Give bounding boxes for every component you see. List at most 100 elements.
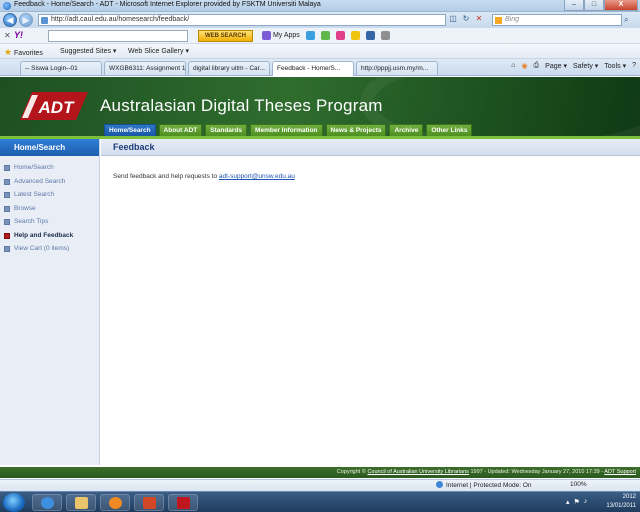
taskbar-acrobat[interactable] (168, 494, 198, 511)
adt-logo[interactable]: ADT (16, 92, 88, 120)
taskbar-media-player[interactable] (100, 494, 130, 511)
taskbar-powerpoint[interactable] (134, 494, 164, 511)
safety-menu[interactable]: Safety ▾ (573, 62, 598, 70)
media-icon (109, 497, 122, 509)
page-content: ADT Australasian Digital Theses Program … (0, 77, 640, 478)
sidebar-item-label: Latest Search (14, 191, 55, 198)
favorites-button[interactable]: ★ Favorites (4, 47, 43, 58)
caul-link[interactable]: Council of Australian University Librari… (367, 469, 469, 475)
tab-digital-library[interactable]: digital library uitm - Car... (188, 61, 270, 75)
stop-icon[interactable]: ✕ (474, 14, 484, 25)
volume-icon[interactable]: ♪ (584, 498, 588, 506)
sidebar-item-advanced-search[interactable]: Advanced Search (0, 175, 99, 189)
nav-standards[interactable]: Standards (205, 124, 248, 136)
sidebar-item-search-tips[interactable]: Search Tips (0, 215, 99, 229)
address-tools: ◫ ↻ ✕ (448, 14, 484, 25)
sidebar-item-help-feedback[interactable]: Help and Feedback (0, 229, 99, 243)
clock-time: 2012 (622, 494, 636, 500)
clock-date: 13/01/2011 (606, 503, 636, 509)
facebook-icon[interactable] (365, 31, 375, 40)
main-title-bar: Feedback (101, 139, 640, 156)
my-apps-label: My Apps (272, 32, 300, 39)
search-go-icon[interactable]: ⌕ (624, 15, 628, 25)
nav-other-links[interactable]: Other Links (426, 124, 473, 136)
globe-icon (436, 481, 443, 488)
flickr-icon[interactable] (335, 31, 345, 40)
sidebar-item-latest-search[interactable]: Latest Search (0, 188, 99, 202)
home-icon[interactable]: ⌂ (511, 62, 515, 70)
tab-feedback[interactable]: Feedback - Home/S... (272, 61, 354, 76)
maximize-button[interactable]: □ (584, 0, 604, 11)
favorites-bar: ★ Favorites Suggested Sites ▾ Web Slice … (0, 44, 640, 59)
search-placeholder: Bing (505, 16, 520, 23)
tools-menu[interactable]: Tools ▾ (604, 62, 626, 70)
sidebar-list: Home/Search Advanced Search Latest Searc… (0, 161, 99, 256)
settings-icon[interactable] (380, 31, 390, 40)
my-apps-button[interactable]: My Apps (262, 30, 300, 42)
close-button[interactable]: X (604, 0, 638, 11)
network-icon[interactable]: ▴ (566, 498, 570, 506)
taskbar-ie[interactable] (32, 494, 62, 511)
page-title: Feedback (113, 142, 155, 152)
site-header: ADT Australasian Digital Theses Program … (0, 77, 640, 136)
adt-support-link[interactable]: ADT Support (604, 469, 636, 475)
toolbar-close-icon[interactable]: ✕ (4, 31, 11, 40)
forward-button[interactable]: ▶ (19, 13, 33, 27)
system-tray: ▴ ⚑ ♪ (566, 498, 587, 506)
taskbar-explorer[interactable] (66, 494, 96, 511)
refresh-icon[interactable]: ↻ (461, 14, 471, 25)
nav-home-search[interactable]: Home/Search (104, 124, 156, 136)
site-title: Australasian Digital Theses Program (100, 96, 383, 115)
start-button[interactable] (3, 493, 25, 512)
tab-assignment[interactable]: WXGB6311: Assignment 1 (104, 61, 186, 75)
footer-prefix: Copyright © (336, 469, 368, 475)
yahoo-toolbar: ✕ Y! WEB SEARCH My Apps (0, 28, 640, 44)
sidebar-item-home-search[interactable]: Home/Search (0, 161, 99, 175)
bullet-icon (4, 178, 10, 185)
ie-icon (3, 2, 11, 10)
address-input[interactable]: http://adt.caul.edu.au/homesearch/feedba… (38, 14, 446, 26)
yahoo-logo[interactable]: Y! (14, 30, 23, 40)
taskbar: ▴ ⚑ ♪ 2012 13/01/2011 (0, 491, 640, 512)
search-input[interactable]: Bing (492, 14, 622, 26)
tab-siswa-login[interactable]: -- Siswa Login--01 (20, 61, 102, 75)
star-icon: ★ (4, 47, 13, 57)
sidebar-item-label: Advanced Search (14, 177, 66, 185)
nav-about-adt[interactable]: About ADT (158, 124, 203, 136)
web-search-button[interactable]: WEB SEARCH (198, 30, 254, 42)
minimize-button[interactable]: – (564, 0, 584, 11)
sidebar-item-view-cart[interactable]: View Cart (0 items) (0, 242, 99, 256)
nav-archive[interactable]: Archive (389, 124, 424, 136)
sidebar: Home/Search Home/Search Advanced Search … (0, 139, 100, 465)
clock[interactable]: 2012 13/01/2011 (606, 493, 636, 511)
page-menu[interactable]: Page ▾ (545, 62, 567, 70)
security-zone[interactable]: Internet | Protected Mode: On (436, 481, 532, 489)
support-email-link[interactable]: adt-support@unsw.edu.au (219, 173, 295, 180)
compatibility-icon[interactable]: ◫ (448, 14, 458, 25)
zoom-level[interactable]: 100% (570, 481, 587, 488)
suggested-sites-link[interactable]: Suggested Sites ▾ (60, 47, 116, 55)
bullet-icon (4, 205, 10, 212)
favorites-label: Favorites (14, 50, 43, 57)
sidebar-heading: Home/Search (0, 139, 99, 156)
yahoo-search-input[interactable] (48, 30, 188, 42)
nav-news-projects[interactable]: News & Projects (325, 124, 387, 136)
back-button[interactable]: ◀ (3, 13, 17, 27)
footer-updated: 1997 - Updated: Wednesday January 27, 20… (468, 469, 605, 475)
help-icon[interactable]: ? (632, 62, 636, 70)
nav-member-information[interactable]: Member Information (250, 124, 323, 136)
web-slice-gallery-link[interactable]: Web Slice Gallery ▾ (128, 47, 189, 55)
tab-usm[interactable]: http://pppjj.usm.my/m... (356, 61, 438, 75)
yahoo-tools: My Apps (262, 30, 390, 42)
print-icon[interactable]: ⎙ (534, 62, 540, 70)
mail-icon[interactable] (305, 31, 315, 40)
bullet-icon (4, 192, 10, 198)
games-icon[interactable] (350, 31, 360, 40)
tab-row: -- Siswa Login--01 WXGB6311: Assignment … (0, 59, 640, 76)
feeds-icon[interactable]: ◉ (521, 62, 527, 70)
site-nav: Home/Search About ADT Standards Member I… (104, 124, 473, 136)
page-icon (41, 17, 48, 24)
flag-icon[interactable]: ⚑ (574, 498, 580, 506)
sidebar-item-browse[interactable]: Browse (0, 202, 99, 216)
weather-icon[interactable] (320, 31, 330, 40)
